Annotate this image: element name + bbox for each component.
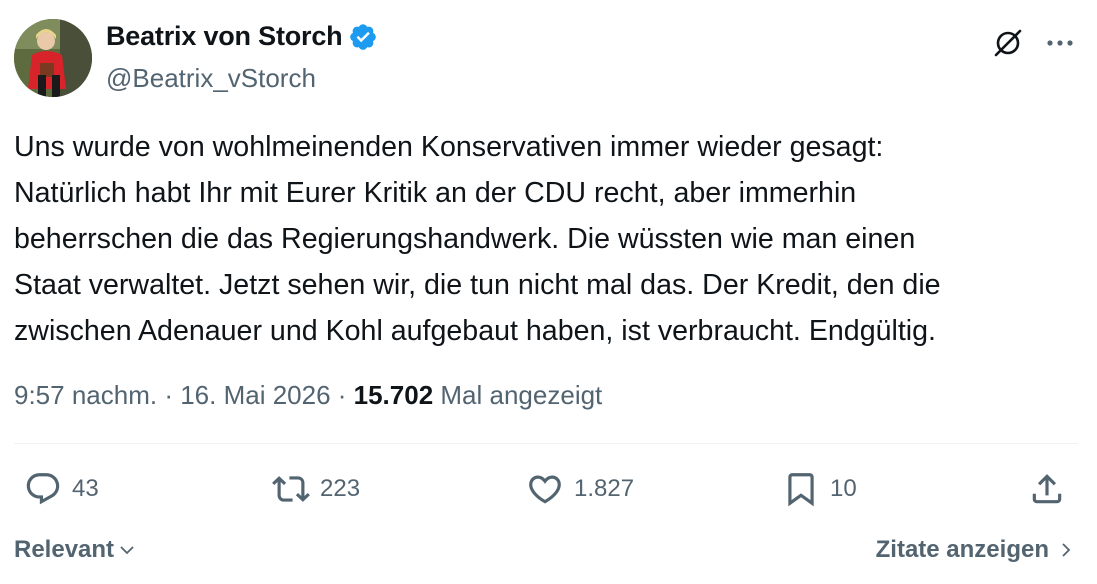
tweet-text: Uns wurde von wohlmeinenden Konservative… <box>14 124 1084 354</box>
tweet-text-line: Uns wurde von wohlmeinenden Konservative… <box>14 131 884 163</box>
chevron-down-icon <box>120 546 134 555</box>
share-button[interactable] <box>1028 470 1066 508</box>
retweet-icon <box>272 476 310 502</box>
tweet-text-line: Staat verwaltet. Jetzt sehen wir, die tu… <box>14 269 941 301</box>
view-quotes-link[interactable]: Zitate anzeigen <box>876 536 1075 564</box>
tweet-text-line: beherrschen die das Regierungshandwerk. … <box>14 223 916 255</box>
meta-separator: · <box>157 380 181 410</box>
reply-button[interactable]: 43 <box>24 470 99 508</box>
tweet-text-line: zwischen Adenauer und Kohl aufgebaut hab… <box>14 315 936 347</box>
author-handle[interactable]: @Beatrix_vStorch <box>106 63 316 94</box>
bookmark-icon <box>788 473 814 507</box>
views-label: Mal angezeigt <box>433 380 603 410</box>
bookmark-count: 10 <box>830 475 857 502</box>
tweet-meta: 9:57 nachm. · 16. Mai 2026 · 15.702 Mal … <box>14 380 602 411</box>
meta-separator: · <box>330 380 354 410</box>
avatar[interactable] <box>14 19 92 97</box>
sort-label: Relevant <box>14 536 115 563</box>
chevron-right-icon <box>1062 543 1071 557</box>
quotes-label: Zitate anzeigen <box>875 536 1049 563</box>
sort-dropdown[interactable]: Relevant <box>14 536 136 564</box>
like-icon <box>529 475 561 504</box>
reply-count: 43 <box>72 475 99 502</box>
retweet-button[interactable]: 223 <box>272 470 360 508</box>
divider <box>14 443 1078 444</box>
author-name[interactable]: Beatrix von Storch <box>106 21 343 52</box>
reply-icon <box>26 473 60 505</box>
share-icon <box>1032 474 1062 504</box>
tweet-header: Beatrix von Storch @Beatrix_vStorch <box>14 19 1084 99</box>
bookmark-button[interactable]: 10 <box>782 470 857 508</box>
tweet-text-line: Natürlich habt Ihr mit Eurer Kritik an d… <box>14 177 857 209</box>
views-count: 15.702 <box>353 380 434 410</box>
retweet-count: 223 <box>320 475 361 502</box>
grok-icon[interactable] <box>990 25 1026 61</box>
more-options-icon[interactable] <box>1042 25 1078 61</box>
like-button[interactable]: 1.827 <box>526 470 634 508</box>
tweet-time[interactable]: 9:57 nachm. <box>14 380 157 411</box>
author-name-row: Beatrix von Storch <box>106 21 378 52</box>
action-bar: 43 223 1.827 10 <box>14 470 1078 514</box>
tweet-date[interactable]: 16. Mai 2026 <box>180 380 330 411</box>
verified-badge-icon[interactable] <box>348 22 378 52</box>
like-count: 1.827 <box>574 475 635 502</box>
